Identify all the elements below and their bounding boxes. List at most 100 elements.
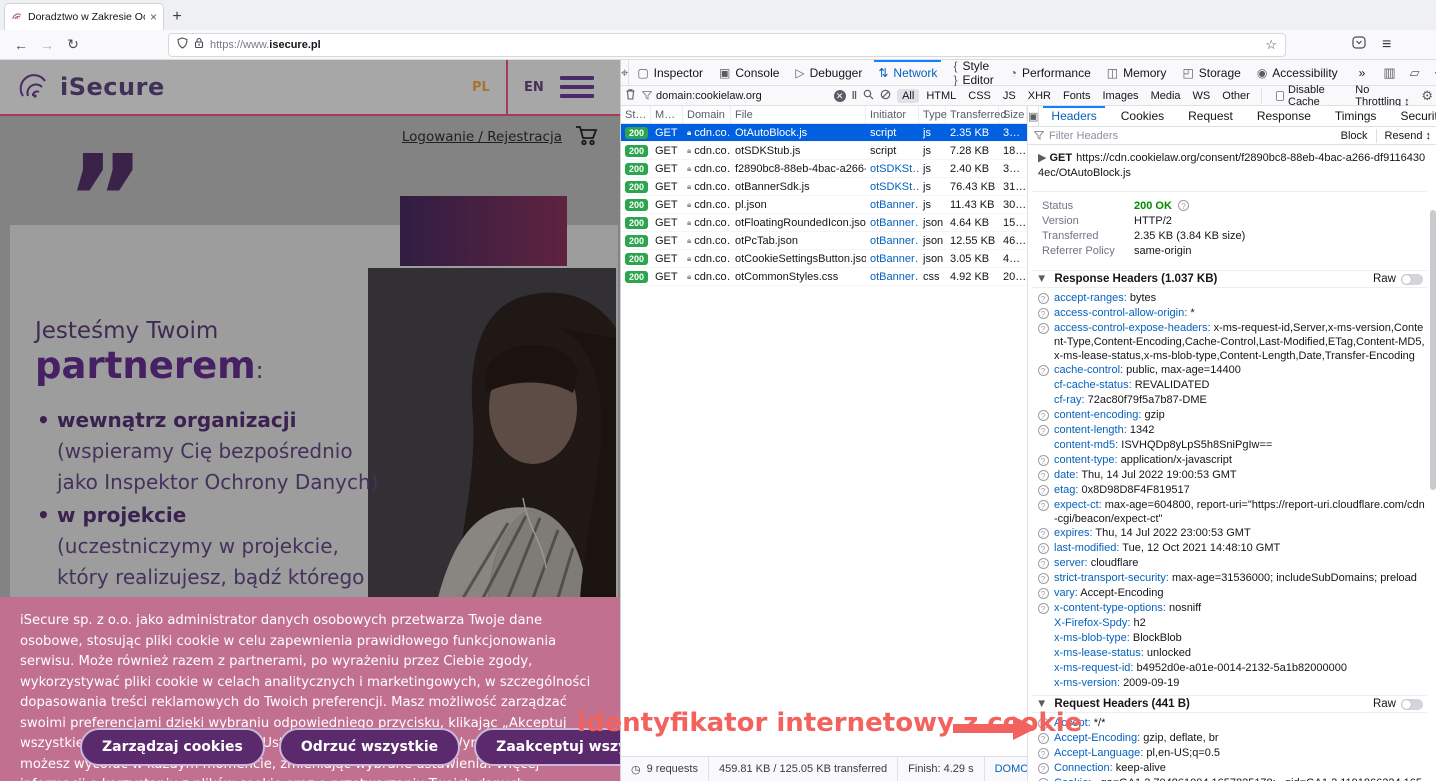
pause-icon[interactable]: ‖ bbox=[852, 90, 857, 102]
question-icon[interactable]: ? bbox=[1038, 558, 1049, 569]
header-connection[interactable]: ? Connection: keep-alive bbox=[1032, 761, 1427, 776]
question-icon[interactable]: ? bbox=[1038, 293, 1049, 304]
header-cf-ray[interactable]: ? cf-ray: 72ac80f79f5a7b87-DME bbox=[1032, 393, 1427, 408]
hamburger-menu-icon[interactable] bbox=[560, 76, 594, 103]
forward-button[interactable]: → bbox=[34, 37, 60, 53]
network-request-row[interactable]: 200 GET 🔒︎cdn.co… otSDKStub.js script js… bbox=[621, 142, 1027, 160]
block-url-button[interactable]: Block bbox=[1341, 130, 1368, 142]
question-icon[interactable]: ? bbox=[1038, 425, 1049, 436]
header-x-ms-blob-type[interactable]: ? x-ms-blob-type: BlockBlob bbox=[1032, 631, 1427, 646]
login-register-link[interactable]: Logowanie / Rejestracja bbox=[402, 129, 562, 145]
url-bar[interactable]: https://www.isecure.pl ☆ bbox=[168, 33, 1286, 57]
header-server[interactable]: ? server: cloudflare bbox=[1032, 556, 1427, 571]
tab-close-icon[interactable]: × bbox=[150, 10, 157, 24]
header-expect-ct[interactable]: ? expect-ct: max-age=604800, report-uri=… bbox=[1032, 498, 1427, 526]
details-tab-timings[interactable]: Timings bbox=[1323, 106, 1389, 126]
header-cache-control[interactable]: ? cache-control: public, max-age=14400 bbox=[1032, 363, 1427, 378]
network-settings-gear-icon[interactable]: ⚙ bbox=[1421, 88, 1433, 104]
header-accept[interactable]: ? Accept: */* bbox=[1032, 716, 1427, 731]
search-icon[interactable] bbox=[863, 89, 874, 103]
header-date[interactable]: ? date: Thu, 14 Jul 2022 19:00:53 GMT bbox=[1032, 468, 1427, 483]
column-header[interactable]: Domain bbox=[683, 106, 731, 123]
devtools-tab-accessibility[interactable]: ◉Accessibility bbox=[1249, 60, 1346, 85]
column-header[interactable]: M… bbox=[651, 106, 683, 123]
devtools-tab-memory[interactable]: ◫Memory bbox=[1099, 60, 1175, 85]
header-content-length[interactable]: ? content-length: 1342 bbox=[1032, 423, 1427, 438]
header-content-type[interactable]: ? content-type: application/x-javascript bbox=[1032, 453, 1427, 468]
question-icon[interactable]: ? bbox=[1038, 485, 1049, 496]
back-button[interactable]: ← bbox=[8, 37, 34, 53]
question-icon[interactable]: ? bbox=[1038, 455, 1049, 466]
question-icon[interactable]: ? bbox=[1038, 573, 1049, 584]
network-request-row[interactable]: 200 GET 🔒︎cdn.co… otCommonStyles.css otB… bbox=[621, 268, 1027, 286]
header-x-ms-version[interactable]: ? x-ms-version: 2009-09-19 bbox=[1032, 676, 1427, 691]
network-request-row[interactable]: 200 GET 🔒︎cdn.co… otFloatingRoundedIcon.… bbox=[621, 214, 1027, 232]
network-request-row[interactable]: 200 GET 🔒︎cdn.co… OtAutoBlock.js script … bbox=[621, 124, 1027, 142]
header-access-control-allow-origin[interactable]: ? access-control-allow-origin: * bbox=[1032, 306, 1427, 321]
cart-icon[interactable] bbox=[574, 124, 598, 150]
devtools-tab-console[interactable]: ▣Console bbox=[711, 60, 787, 85]
requests-count[interactable]: 9 requests bbox=[647, 763, 698, 775]
devtools-tab-debugger[interactable]: ▷Debugger bbox=[787, 60, 870, 85]
header-last-modified[interactable]: ? last-modified: Tue, 12 Oct 2021 14:48:… bbox=[1032, 541, 1427, 556]
type-filter-xhr[interactable]: XHR bbox=[1023, 89, 1056, 103]
devtools-tab--[interactable]: » bbox=[1346, 60, 1374, 85]
question-icon[interactable]: ? bbox=[1038, 748, 1049, 759]
header-content-encoding[interactable]: ? content-encoding: gzip bbox=[1032, 408, 1427, 423]
raw-toggle[interactable] bbox=[1401, 699, 1423, 710]
header-content-md5[interactable]: ? content-md5: ISVHQDp8yLpS5h8SniPgIw== bbox=[1032, 438, 1427, 453]
new-tab-button[interactable]: + bbox=[164, 3, 190, 30]
pick-element-icon[interactable]: ⌖ bbox=[621, 60, 629, 85]
devtools-tab-inspector[interactable]: ▢Inspector bbox=[629, 60, 711, 85]
devtools-tab-network[interactable]: ⇅Network bbox=[870, 60, 945, 85]
lang-pl-button[interactable]: PL bbox=[472, 80, 490, 95]
header-x-content-type-options[interactable]: ? x-content-type-options: nosniff bbox=[1032, 601, 1427, 616]
bookmark-star-icon[interactable]: ☆ bbox=[1265, 37, 1277, 53]
filter-urls-input[interactable]: domain:cookielaw.org ✕ bbox=[642, 90, 846, 102]
type-filter-css[interactable]: CSS bbox=[963, 89, 996, 103]
details-tab-response[interactable]: Response bbox=[1245, 106, 1323, 126]
details-tab-headers[interactable]: Headers bbox=[1039, 106, 1108, 126]
cookie-button-zarz-dzaj-cookies[interactable]: Zarządzaj cookies bbox=[80, 728, 265, 766]
shield-icon[interactable] bbox=[177, 36, 188, 54]
network-request-row[interactable]: 200 GET 🔒︎cdn.co… otPcTab.json otBanner…… bbox=[621, 232, 1027, 250]
throttling-select[interactable]: No Throttling ↕ bbox=[1355, 84, 1413, 108]
reload-button[interactable]: ↻ bbox=[60, 36, 86, 53]
header-x-ms-lease-status[interactable]: ? x-ms-lease-status: unlocked bbox=[1032, 646, 1427, 661]
question-icon[interactable]: ? bbox=[1038, 410, 1049, 421]
type-filter-media[interactable]: Media bbox=[1146, 89, 1186, 103]
dock-icon[interactable]: ▱ bbox=[1410, 65, 1420, 81]
column-header[interactable]: Size bbox=[999, 106, 1027, 123]
question-icon[interactable]: ? bbox=[1038, 543, 1049, 554]
request-url-line[interactable]: ▶GEThttps://cdn.cookielaw.org/consent/f2… bbox=[1032, 151, 1427, 181]
header-vary[interactable]: ? vary: Accept-Encoding bbox=[1032, 586, 1427, 601]
type-filter-ws[interactable]: WS bbox=[1188, 89, 1216, 103]
scrollbar-thumb[interactable] bbox=[1430, 210, 1436, 490]
clear-requests-icon[interactable] bbox=[625, 88, 636, 103]
details-tab-request[interactable]: Request bbox=[1176, 106, 1245, 126]
network-request-row[interactable]: 200 GET 🔒︎cdn.co… otCookieSettingsButton… bbox=[621, 250, 1027, 268]
checkbox-icon[interactable] bbox=[1276, 91, 1284, 101]
devtools-tab-performance[interactable]: ◔Performance bbox=[1002, 60, 1099, 85]
devtools-tab-style-editor[interactable]: { }Style Editor bbox=[945, 60, 1001, 85]
header-accept-ranges[interactable]: ? accept-ranges: bytes bbox=[1032, 291, 1427, 306]
type-filter-fonts[interactable]: Fonts bbox=[1058, 89, 1096, 103]
question-icon[interactable]: ? bbox=[1038, 470, 1049, 481]
block-icon[interactable] bbox=[880, 89, 891, 103]
question-icon[interactable]: ? bbox=[1038, 603, 1049, 614]
column-header[interactable]: St… bbox=[621, 106, 651, 123]
filter-headers-input[interactable]: Filter Headers bbox=[1049, 130, 1118, 142]
header-cf-cache-status[interactable]: ? cf-cache-status: REVALIDATED bbox=[1032, 378, 1427, 393]
menu-icon[interactable]: ≡ bbox=[1382, 36, 1391, 54]
type-filter-html[interactable]: HTML bbox=[921, 89, 961, 103]
column-header[interactable]: Transferred bbox=[946, 106, 999, 123]
disable-cache-checkbox[interactable]: Disable Cache bbox=[1276, 84, 1346, 108]
column-header[interactable]: File bbox=[731, 106, 866, 123]
header-accept-language[interactable]: ? Accept-Language: pl,en-US;q=0.5 bbox=[1032, 746, 1427, 761]
network-request-row[interactable]: 200 GET 🔒︎cdn.co… f2890bc8-88eb-4bac-a26… bbox=[621, 160, 1027, 178]
question-icon[interactable]: ? bbox=[1038, 308, 1049, 319]
network-request-row[interactable]: 200 GET 🔒︎cdn.co… pl.json otBanner… js 1… bbox=[621, 196, 1027, 214]
type-filter-images[interactable]: Images bbox=[1097, 89, 1143, 103]
header-etag[interactable]: ? etag: 0x8D98D8F4F819517 bbox=[1032, 483, 1427, 498]
headers-scroll-area[interactable]: ▶GEThttps://cdn.cookielaw.org/consent/f2… bbox=[1028, 145, 1436, 781]
